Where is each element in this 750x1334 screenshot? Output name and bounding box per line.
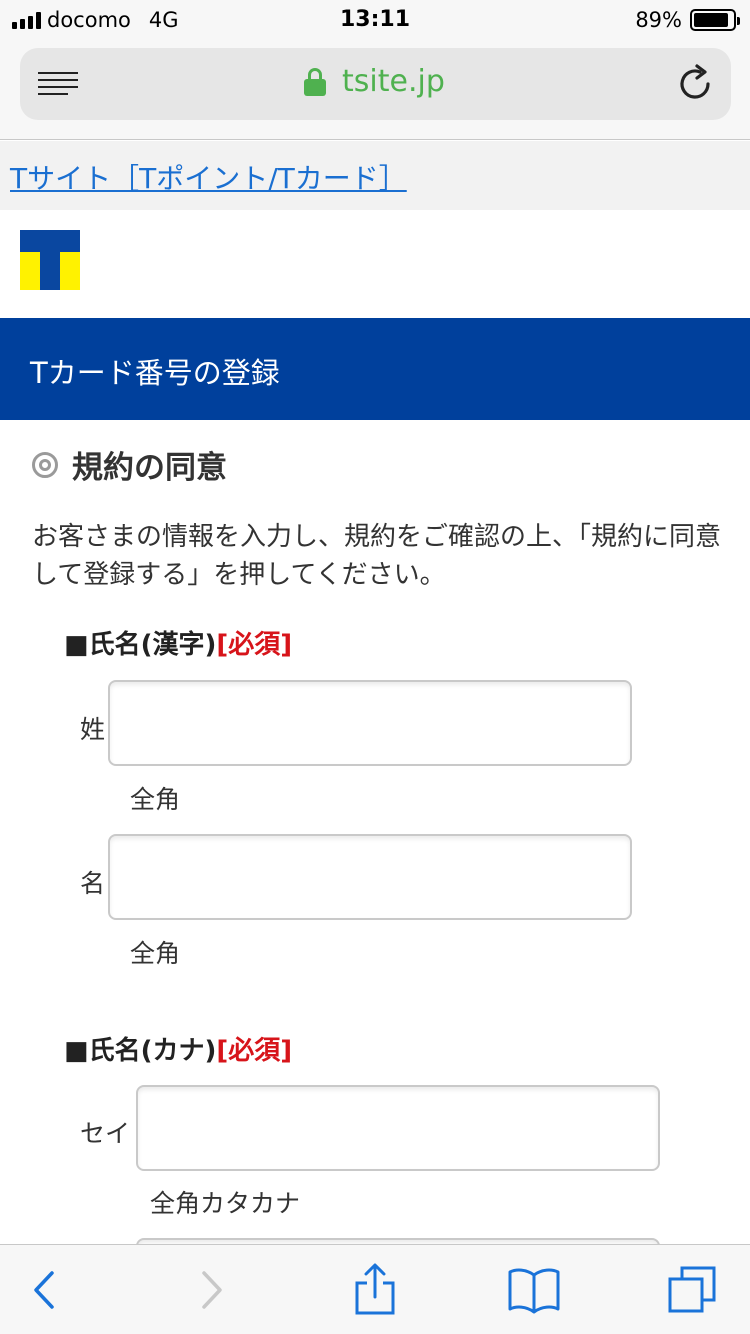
page-title: Tカード番号の登録 [30,356,280,390]
battery-icon [690,9,740,31]
bookmarks-icon[interactable] [506,1263,562,1317]
battery-fill [694,13,728,27]
browser-toolbar [0,1244,750,1334]
required-badge: [必須] [216,630,293,660]
back-icon[interactable] [20,1263,70,1317]
last-name-label: 姓 [80,715,106,744]
battery-percent: 89% [635,8,682,32]
status-right: 89% [635,8,740,32]
forward-icon[interactable] [186,1263,236,1317]
section-title: 規約の同意 [32,442,227,487]
url-text[interactable]: tsite.jp [342,64,445,99]
tabs-icon[interactable] [666,1263,720,1317]
lock-icon [304,68,326,98]
breadcrumb: Tサイト［Tポイント/Tカード］ [0,141,750,210]
first-name-label: 名 [80,869,106,898]
last-name-input[interactable] [108,680,632,766]
breadcrumb-link[interactable]: Tサイト［Tポイント/Tカード］ [10,157,407,197]
share-icon[interactable] [350,1263,400,1317]
reload-icon[interactable] [675,64,715,104]
last-name-kana-label: セイ [80,1119,131,1148]
first-name-input[interactable] [108,834,632,920]
last-name-hint: 全角 [130,785,181,814]
name-kanji-label: ■氏名(漢字)[必須] [64,624,292,661]
name-kana-label-text: ■氏名(カナ) [64,1036,217,1066]
name-kana-label: ■氏名(カナ)[必須] [64,1030,292,1067]
url-bar[interactable]: tsite.jp [20,48,731,120]
menu-icon[interactable] [38,70,80,98]
t-logo [20,230,80,290]
required-badge: [必須] [216,1036,293,1066]
section-heading: 規約の同意 [72,450,227,486]
page-header: Tカード番号の登録 [0,318,750,420]
last-name-kana-hint: 全角カタカナ [150,1189,301,1218]
name-kanji-label-text: ■氏名(漢字) [64,630,217,660]
address-bar-area: tsite.jp [0,40,750,140]
first-name-hint: 全角 [130,939,181,968]
status-bar: docomo 4G 13:11 89% [0,0,750,40]
last-name-kana-input[interactable] [136,1085,660,1171]
intro-text: お客さまの情報を入力し、規約をご確認の上、「規約に同意して登録する」を押してくだ… [32,522,722,590]
double-circle-icon [32,451,58,478]
